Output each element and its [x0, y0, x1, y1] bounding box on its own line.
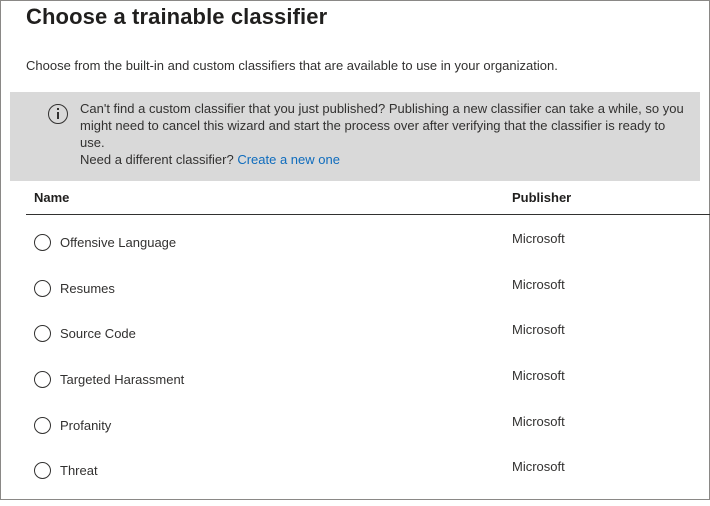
classifier-publisher: Microsoft: [512, 368, 565, 383]
row-radio-button[interactable]: [34, 234, 51, 251]
classifier-name: Profanity: [60, 418, 112, 433]
banner-text: Can't find a custom classifier that you …: [80, 100, 690, 168]
banner-message: Can't find a custom classifier that you …: [80, 101, 684, 150]
create-new-classifier-link[interactable]: Create a new one: [237, 152, 340, 167]
classifier-publisher: Microsoft: [512, 414, 565, 429]
info-icon: [48, 104, 68, 124]
classifier-publisher: Microsoft: [512, 322, 565, 337]
banner-prompt: Need a different classifier?: [80, 152, 234, 167]
classifier-name: Source Code: [60, 326, 136, 341]
page-title: Choose a trainable classifier: [26, 4, 328, 29]
row-radio-button[interactable]: [34, 417, 51, 434]
row-radio-button[interactable]: [34, 371, 51, 388]
page-description: Choose from the built-in and custom clas…: [26, 58, 558, 73]
table-row[interactable]: Offensive Language Microsoft: [26, 231, 710, 278]
column-header-name[interactable]: Name: [34, 190, 69, 205]
classifier-name: Threat: [60, 463, 98, 478]
table-row[interactable]: Source Code Microsoft: [26, 322, 710, 369]
row-radio-button[interactable]: [34, 280, 51, 297]
classifier-publisher: Microsoft: [512, 459, 565, 474]
column-header-publisher[interactable]: Publisher: [512, 190, 571, 205]
row-radio-button[interactable]: [34, 462, 51, 479]
table-row[interactable]: Resumes Microsoft: [26, 277, 710, 324]
table-row[interactable]: Threat Microsoft: [26, 459, 710, 506]
table-row[interactable]: Targeted Harassment Microsoft: [26, 368, 710, 415]
classifier-name: Offensive Language: [60, 235, 177, 250]
table-row[interactable]: Profanity Microsoft: [26, 414, 710, 461]
classifier-name: Resumes: [60, 281, 115, 296]
row-radio-button[interactable]: [34, 325, 51, 342]
classifier-publisher: Microsoft: [512, 277, 565, 292]
info-banner: Can't find a custom classifier that you …: [10, 92, 700, 181]
classifier-publisher: Microsoft: [512, 231, 565, 246]
header-divider: [26, 214, 710, 215]
classifier-name: Targeted Harassment: [60, 372, 185, 387]
